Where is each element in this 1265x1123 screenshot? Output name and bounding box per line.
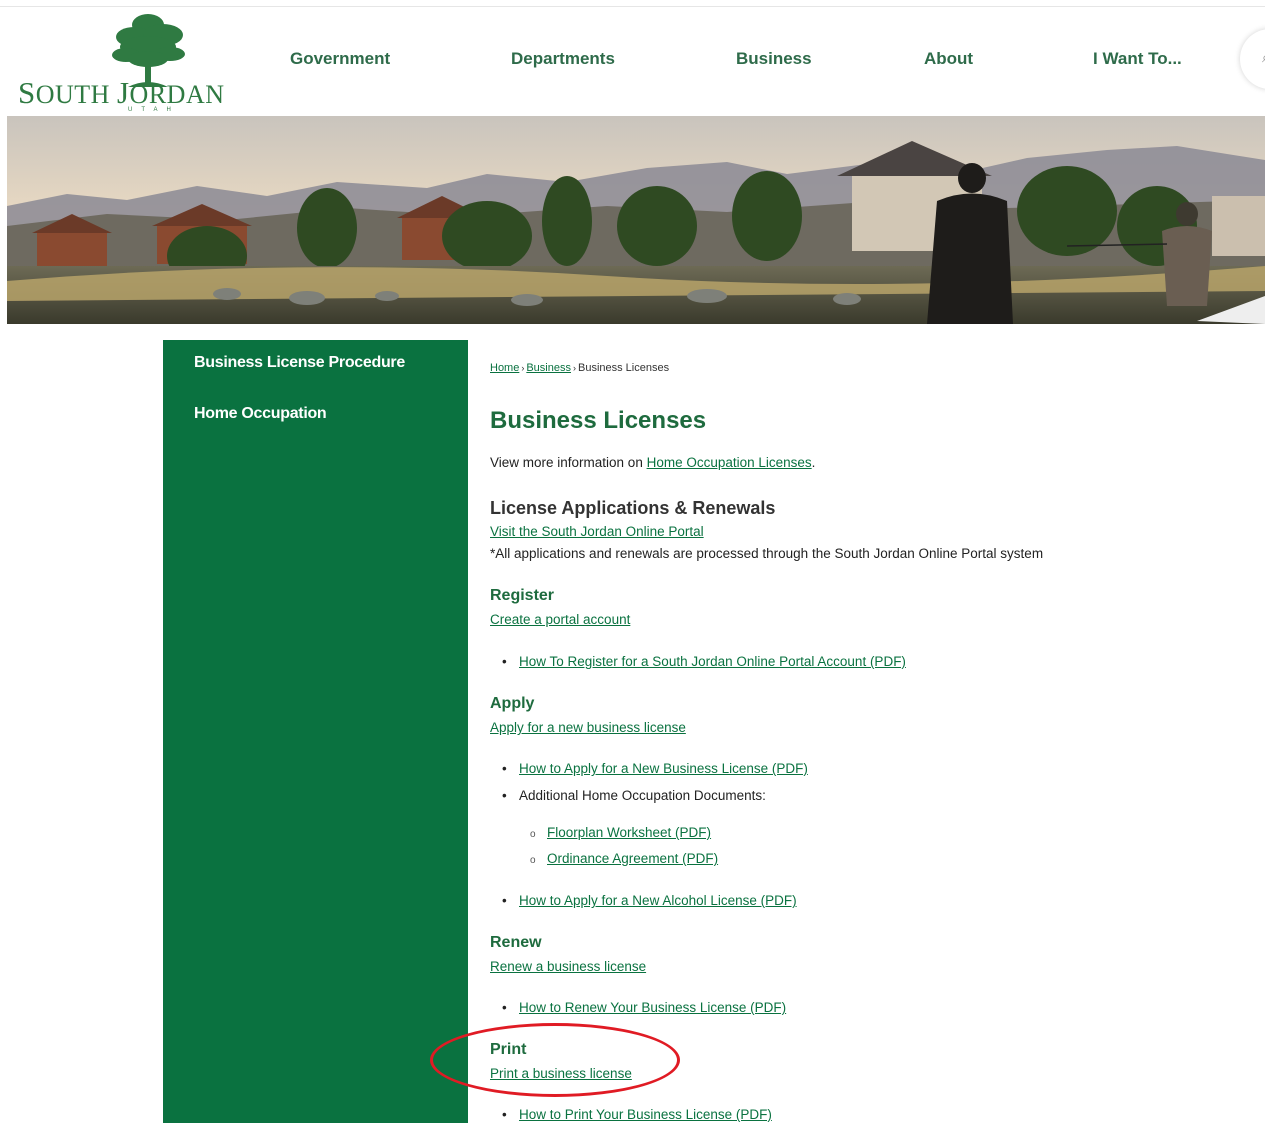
breadcrumb-current: Business Licenses [577,362,670,374]
sub-list-item: o Floorplan Worksheet (PDF) [530,825,712,840]
sidebar-item-home-occupation[interactable]: Home Occupation [194,405,327,423]
page-title: Business Licenses [490,407,707,434]
breadcrumb-home[interactable]: Home [490,362,519,374]
hero-banner [7,116,1265,324]
renew-guide-pdf-link[interactable]: How to Renew Your Business License (PDF) [519,1000,786,1015]
list-item: • How to Apply for a New Business License… [502,761,808,776]
nav-i-want-to[interactable]: I Want To... [1093,49,1182,69]
renew-license-link[interactable]: Renew a business license [490,959,646,974]
applications-note: *All applications and renewals are proce… [490,546,1044,561]
list-item: • How to Renew Your Business License (PDF… [502,1000,787,1015]
ordinance-agreement-pdf-link[interactable]: Ordinance Agreement (PDF) [547,851,718,866]
section-heading-register: Register [490,587,555,604]
landscape-photo [7,116,1265,324]
breadcrumb-business[interactable]: Business [526,362,571,374]
list-item: • How to Print Your Business License (PDF… [502,1107,772,1122]
section-heading-renew: Renew [490,934,542,951]
nav-government[interactable]: Government [290,49,390,69]
sub-list-item: o Ordinance Agreement (PDF) [530,851,719,866]
apply-guide-pdf-link[interactable]: How to Apply for a New Business License … [519,761,808,776]
highlight-annotation-ellipse [430,1023,680,1097]
main-navigation: Government Departments Business About I … [0,7,1265,116]
home-occupation-licenses-link[interactable]: Home Occupation Licenses [647,455,812,470]
apply-new-license-link[interactable]: Apply for a new business license [490,720,686,735]
sidebar-nav: Business License Procedure Home Occupati… [163,340,468,1123]
sidebar-item-business-license-procedure[interactable]: Business License Procedure [194,354,405,372]
print-guide-pdf-link[interactable]: How to Print Your Business License (PDF) [519,1107,772,1122]
section-heading-applications: License Applications & Renewals [490,498,776,518]
nav-business[interactable]: Business [736,49,812,69]
section-heading-apply: Apply [490,695,535,712]
nav-about[interactable]: About [924,49,973,69]
online-portal-link[interactable]: Visit the South Jordan Online Portal [490,524,704,539]
site-header: SOUTH JORDAN UTAH Government Departments… [0,7,1265,116]
list-item: • Additional Home Occupation Documents: [502,788,766,803]
intro-text: View more information on Home Occupation… [490,455,816,470]
floorplan-worksheet-pdf-link[interactable]: Floorplan Worksheet (PDF) [547,825,711,840]
breadcrumb: Home › Business › Business Licenses [490,362,669,374]
list-item: • How To Register for a South Jordan Onli… [502,654,906,669]
list-item: • How to Apply for a New Alcohol License … [502,893,797,908]
alcohol-license-pdf-link[interactable]: How to Apply for a New Alcohol License (… [519,893,797,908]
main-content: Home › Business › Business Licenses Business… [490,340,1260,1123]
nav-departments[interactable]: Departments [511,49,615,69]
register-guide-pdf-link[interactable]: How To Register for a South Jordan Onlin… [519,654,906,669]
create-portal-account-link[interactable]: Create a portal account [490,612,630,627]
breadcrumb-separator: › [572,363,576,373]
